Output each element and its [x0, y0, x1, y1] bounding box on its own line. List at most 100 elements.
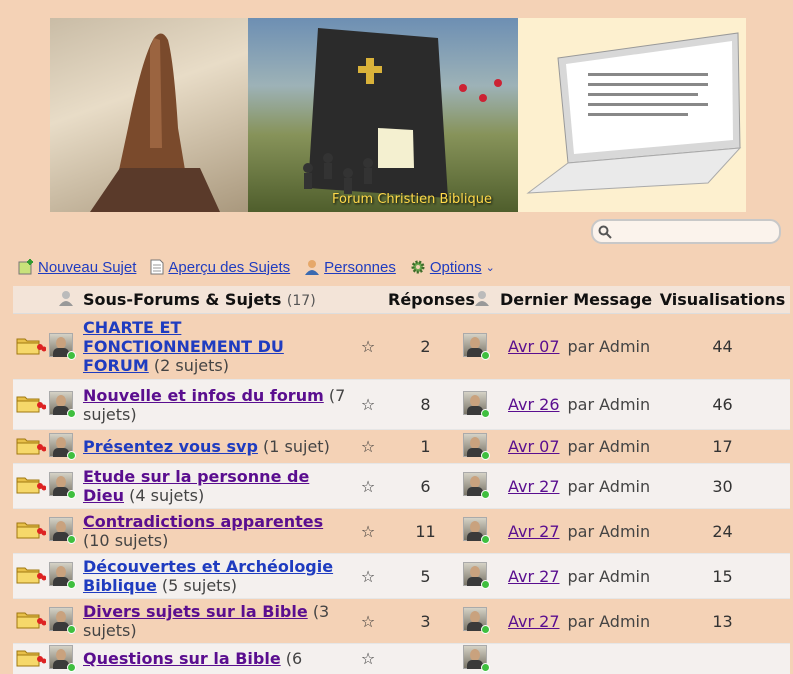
subforums-table: Sous-Forums & Sujets (17) Réponses Derni… [13, 286, 790, 674]
author-header-icon [49, 286, 83, 314]
subforum-link[interactable]: Présentez vous svp [83, 437, 258, 456]
table-row: Divers sujets sur la Bible (3 sujets) ☆ 3 A… [13, 598, 790, 644]
last-message-author: par Admin [567, 476, 651, 496]
banner-praying-hands [50, 18, 248, 212]
views-count: 15 [655, 553, 790, 599]
star-icon[interactable]: ☆ [348, 553, 388, 599]
last-author-avatar-cell [463, 379, 500, 430]
document-icon [150, 259, 164, 275]
avatar[interactable] [49, 644, 76, 672]
table-row: CHARTE ET FONCTIONNEMENT DU FORUM (2 suj… [13, 313, 790, 380]
author-avatar-cell [49, 553, 83, 599]
avatar[interactable] [49, 332, 76, 360]
views-count [655, 643, 790, 674]
avatar[interactable] [463, 432, 490, 460]
avatar[interactable] [49, 562, 76, 589]
subforum-link[interactable]: Divers sujets sur la Bible [83, 602, 308, 621]
author-avatar-cell [49, 508, 83, 554]
last-message-date-link[interactable]: Avr 27 [508, 567, 560, 586]
last-message-author: par Admin [567, 437, 651, 456]
subforum-title-cell: CHARTE ET FONCTIONNEMENT DU FORUM (2 suj… [83, 313, 348, 380]
replies-count: 2 [388, 313, 463, 380]
replies-count: 8 [388, 379, 463, 430]
folder-cell [13, 429, 49, 464]
author-avatar-cell [49, 313, 83, 380]
topic-count: (4 sujets) [129, 486, 205, 505]
views-header: Visualisations [655, 286, 790, 314]
table-row: Nouvelle et infos du forum (7 sujets) ☆ 8 A… [13, 379, 790, 430]
forum-banner: Forum Christien Biblique [50, 18, 746, 212]
table-header-row: Sous-Forums & Sujets (17) Réponses Derni… [13, 286, 790, 314]
last-message-date-link[interactable]: Avr 27 [508, 612, 560, 631]
subforum-title-cell: Divers sujets sur la Bible (3 sujets) [83, 598, 348, 644]
star-icon[interactable]: ☆ [348, 508, 388, 554]
last-message-cell: Avr 26 par Admin [500, 379, 655, 430]
views-count: 17 [655, 429, 790, 464]
last-message-author: par Admin [567, 521, 651, 541]
star-icon[interactable]: ☆ [348, 429, 388, 464]
subforum-link[interactable]: Nouvelle et infos du forum [83, 386, 324, 405]
subforum-title-cell: Etude sur la personne de Dieu (4 sujets) [83, 463, 348, 509]
author-avatar-cell [49, 379, 83, 430]
last-message-date-link[interactable]: Avr 27 [508, 522, 560, 541]
last-message-author: par Admin [567, 566, 651, 586]
avatar[interactable] [463, 644, 490, 672]
subforums-header: Sous-Forums & Sujets (17) [83, 286, 348, 314]
last-message-date-link[interactable]: Avr 07 [508, 337, 560, 356]
avatar[interactable] [49, 472, 76, 499]
last-author-avatar-cell [463, 508, 500, 554]
table-row: Découvertes et Archéologie Biblique (5 s… [13, 553, 790, 599]
avatar[interactable] [49, 390, 76, 418]
preview-topics-button[interactable]: Aperçu des Sujets [150, 259, 290, 276]
subforum-title-cell: Contradictions apparentes (10 sujets) [83, 508, 348, 554]
topic-count: (5 sujets) [161, 576, 238, 595]
folder-icon [16, 393, 47, 412]
avatar[interactable] [463, 390, 490, 418]
star-icon[interactable]: ☆ [348, 313, 388, 380]
avatar[interactable] [463, 332, 490, 360]
options-menu-button[interactable]: Options ⌄ [410, 259, 495, 276]
avatar[interactable] [49, 432, 76, 460]
last-message-date-link[interactable]: Avr 07 [508, 437, 560, 456]
search-input[interactable] [617, 223, 771, 241]
table-row: Contradictions apparentes (10 sujets) ☆ 11… [13, 508, 790, 554]
avatar[interactable] [463, 517, 490, 544]
search-box[interactable] [591, 219, 781, 244]
topic-count: (2 sujets) [153, 356, 229, 375]
folder-icon [16, 435, 47, 454]
new-topic-icon [18, 259, 33, 275]
chevron-down-icon: ⌄ [485, 261, 495, 274]
folder-icon [16, 609, 47, 629]
gear-icon [411, 260, 425, 274]
last-message-date-link[interactable]: Avr 27 [508, 477, 560, 496]
folder-icon [16, 474, 47, 494]
avatar[interactable] [463, 607, 490, 634]
avatar[interactable] [49, 607, 76, 634]
author-avatar-cell [49, 429, 83, 464]
avatar[interactable] [49, 517, 76, 544]
options-label: Options [429, 258, 482, 276]
subforum-link[interactable]: Questions sur la Bible [83, 649, 281, 668]
star-icon[interactable]: ☆ [348, 379, 388, 430]
folder-cell [13, 508, 49, 554]
star-icon[interactable]: ☆ [348, 643, 388, 674]
replies-count: 5 [388, 553, 463, 599]
replies-count: 6 [388, 463, 463, 509]
views-count: 46 [655, 379, 790, 430]
last-author-avatar-cell [463, 553, 500, 599]
last-message-author: par Admin [567, 337, 651, 356]
star-icon[interactable]: ☆ [348, 598, 388, 644]
last-message-cell: Avr 27 par Admin [500, 508, 655, 554]
star-icon[interactable]: ☆ [348, 463, 388, 509]
last-author-avatar-cell [463, 313, 500, 380]
last-author-avatar-cell [463, 598, 500, 644]
subforum-title-cell: Nouvelle et infos du forum (7 sujets) [83, 379, 348, 430]
people-button[interactable]: Personnes [304, 259, 396, 276]
last-message-cell: Avr 07 par Admin [500, 313, 655, 380]
last-message-cell: Avr 27 par Admin [500, 463, 655, 509]
avatar[interactable] [463, 472, 490, 499]
subforum-link[interactable]: Contradictions apparentes [83, 512, 323, 531]
last-message-date-link[interactable]: Avr 26 [508, 395, 560, 414]
new-topic-button[interactable]: Nouveau Sujet [18, 259, 136, 276]
avatar[interactable] [463, 562, 490, 589]
